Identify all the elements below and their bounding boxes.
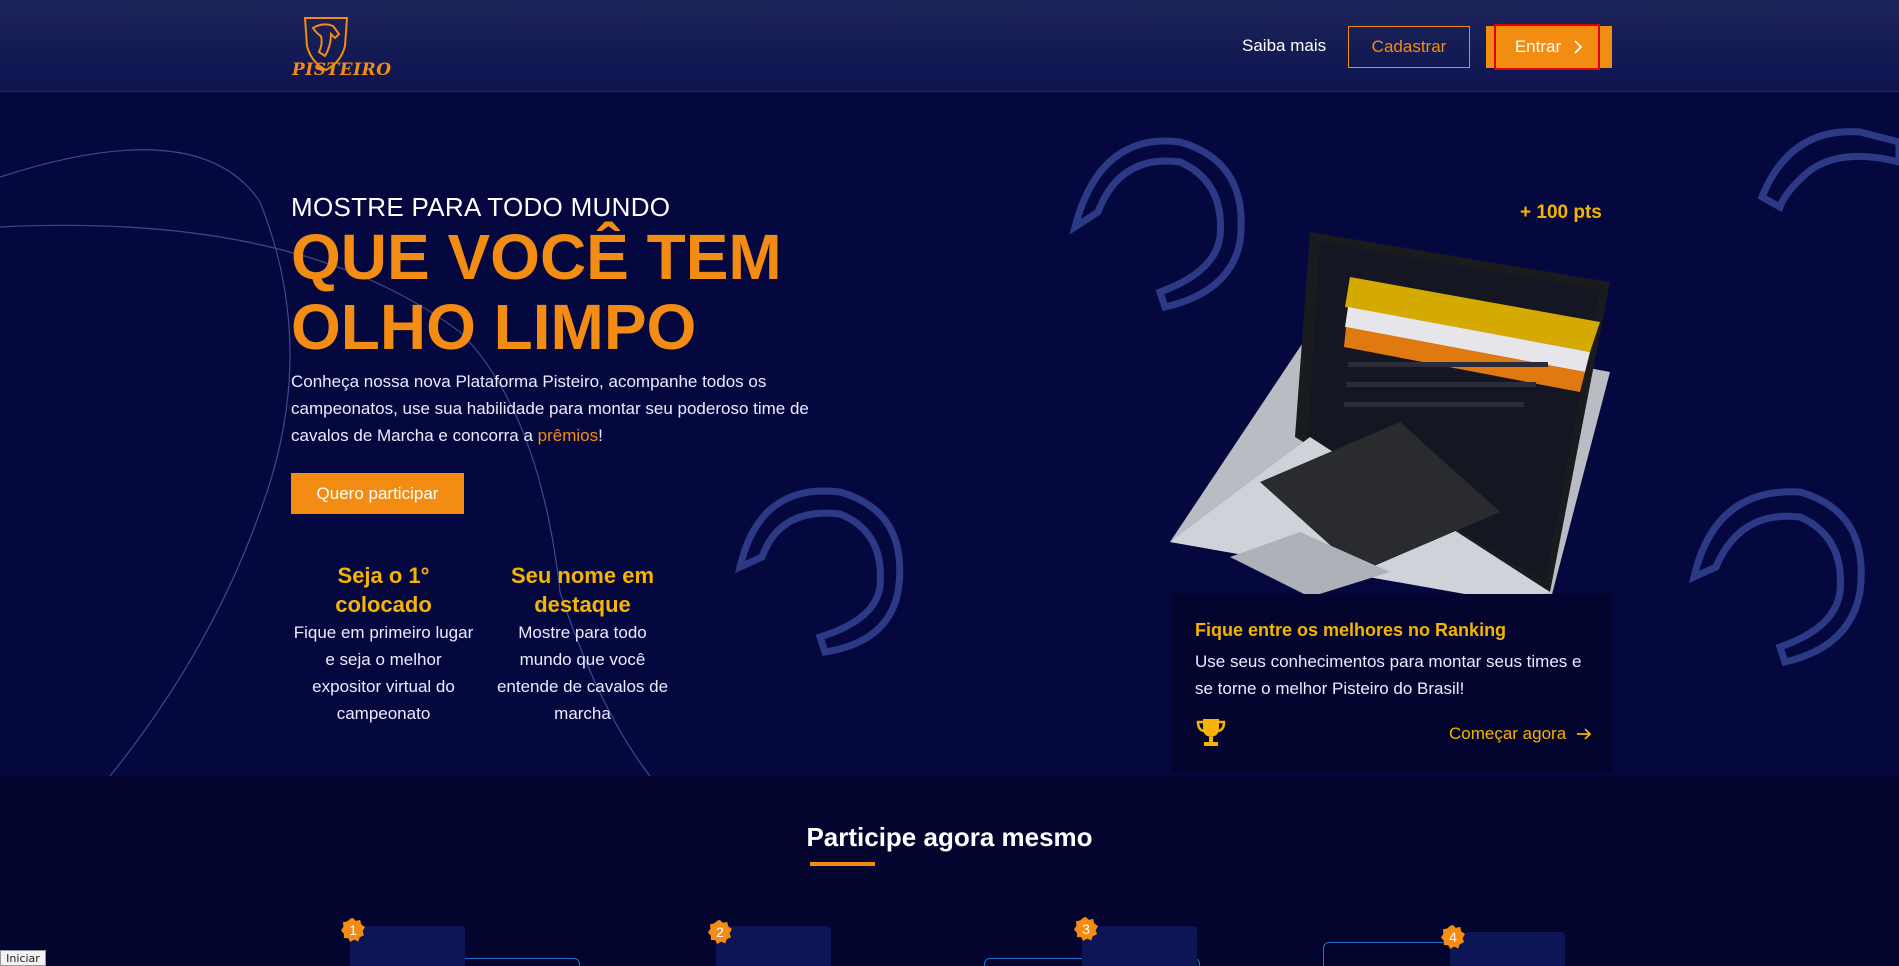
arrow-right-icon <box>1577 728 1592 740</box>
hero-description-end: ! <box>598 426 603 445</box>
top-navbar: PISTEIRO Saiba mais Cadastrar Entrar <box>0 0 1899 92</box>
saiba-mais-link[interactable]: Saiba mais <box>1242 36 1326 56</box>
register-button[interactable]: Cadastrar <box>1348 26 1470 68</box>
participate-title: Participe agora mesmo <box>806 822 1093 852</box>
ranking-card: Fique entre os melhores no Ranking Use s… <box>1172 594 1612 772</box>
login-button-label: Entrar <box>1514 37 1562 56</box>
title-underline <box>810 862 875 866</box>
hero-section: MOSTRE PARA TODO MUNDO QUE VOCÊ TEM OLHO… <box>0 92 1899 776</box>
feature-text: Mostre para todo mundo que você entende … <box>496 623 669 723</box>
feature-highlight-name: Seu nome em destaque Mostre para todo mu… <box>495 561 670 727</box>
step-card <box>716 926 831 966</box>
comecar-agora-label: Começar agora <box>1449 724 1567 743</box>
laptop-illustration <box>1170 232 1610 602</box>
status-tag: Iniciar <box>0 950 46 966</box>
chevron-right-icon <box>1574 40 1583 54</box>
ranking-card-title: Fique entre os melhores no Ranking <box>1195 620 1507 640</box>
hero-kicker: MOSTRE PARA TODO MUNDO <box>291 192 671 222</box>
feature-title: Seu nome em destaque <box>510 563 655 617</box>
points-badge: + 100 pts <box>1520 202 1602 223</box>
participate-section: Participe agora mesmo 1 2 3 4 <box>0 776 1899 966</box>
hero-description: Conheça nossa nova Plataforma Pisteiro, … <box>291 368 821 449</box>
step-card <box>350 926 465 966</box>
comecar-agora-link[interactable]: Começar agora <box>1449 724 1592 744</box>
feature-title: Seja o 1° colocado <box>335 563 432 617</box>
trophy-icon <box>1196 719 1226 746</box>
hero-title: QUE VOCÊ TEM OLHO LIMPO <box>291 221 782 363</box>
feature-first-place: Seja o 1° colocado Fique em primeiro lug… <box>291 561 476 727</box>
ranking-card-text: Use seus conhecimentos para montar seus … <box>1195 652 1582 698</box>
login-button[interactable]: Entrar <box>1486 26 1612 68</box>
register-button-label: Cadastrar <box>1371 37 1447 56</box>
step-card <box>1082 926 1197 966</box>
premios-link[interactable]: prêmios <box>538 426 598 445</box>
feature-text: Fique em primeiro lugar e seja o melhor … <box>293 623 474 723</box>
logo-wordmark[interactable]: PISTEIRO <box>292 60 392 80</box>
participate-button[interactable]: Quero participar <box>291 473 464 514</box>
step-card <box>1450 932 1565 966</box>
